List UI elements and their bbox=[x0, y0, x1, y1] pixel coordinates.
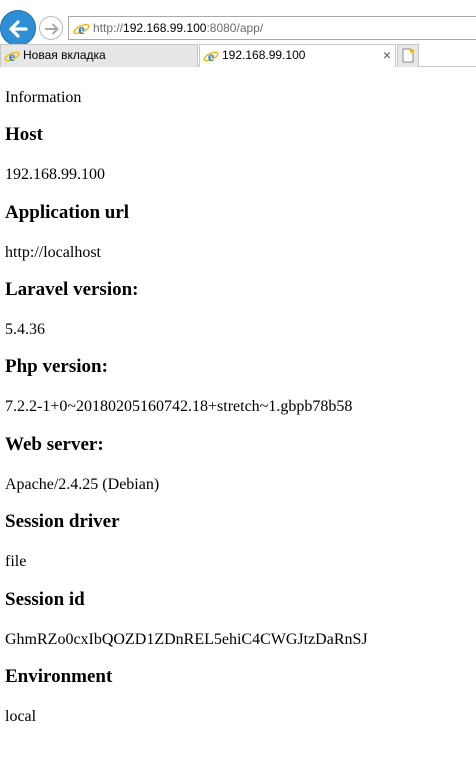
tab-bar: e Новая вкладка e 192.168.99.100 × bbox=[0, 44, 476, 67]
ie-page-icon: e bbox=[73, 22, 90, 37]
page-title: Information bbox=[5, 89, 82, 106]
forward-arrow-icon bbox=[45, 23, 59, 35]
address-bar[interactable]: e http://192.168.99.100:8080/app/ bbox=[68, 16, 476, 40]
ie-page-icon: e bbox=[4, 49, 20, 64]
new-tab-icon bbox=[402, 48, 415, 63]
host-label: Host bbox=[5, 124, 43, 145]
environment-value: local bbox=[5, 708, 37, 725]
session-driver-label: Session driver bbox=[5, 511, 120, 532]
back-button[interactable] bbox=[0, 10, 36, 46]
url-text[interactable]: http://192.168.99.100:8080/app/ bbox=[93, 21, 263, 35]
php-version-label: Php version: bbox=[5, 356, 108, 377]
session-id-value: GhmRZo0cxIbQOZD1ZDnREL5ehiC4CWGJtzDaRnSJ bbox=[5, 631, 368, 648]
php-version-value: 7.2.2-1+0~20180205160742.18+stretch~1.gb… bbox=[5, 398, 353, 415]
new-tab-button[interactable] bbox=[397, 44, 419, 67]
tab-new-tab[interactable]: e Новая вкладка bbox=[0, 44, 198, 67]
tab-current[interactable]: e 192.168.99.100 × bbox=[199, 44, 396, 67]
laravel-version-value: 5.4.36 bbox=[5, 321, 45, 338]
svg-text:e: e bbox=[78, 22, 85, 37]
session-driver-value: file bbox=[5, 553, 27, 570]
web-server-label: Web server: bbox=[5, 434, 104, 455]
tab-label: Новая вкладка bbox=[23, 48, 106, 62]
url-path: :8080/app/ bbox=[206, 21, 264, 35]
host-value: 192.168.99.100 bbox=[5, 166, 105, 183]
browser-chrome: e http://192.168.99.100:8080/app/ e Нова… bbox=[0, 0, 476, 67]
environment-label: Environment bbox=[5, 666, 113, 687]
ie-page-icon: e bbox=[203, 49, 219, 64]
tab-label: 192.168.99.100 bbox=[222, 48, 306, 62]
svg-text:e: e bbox=[208, 49, 214, 64]
app-url-value: http://localhost bbox=[5, 244, 101, 261]
session-id-label: Session id bbox=[5, 589, 85, 610]
laravel-version-label: Laravel version: bbox=[5, 279, 139, 300]
back-arrow-icon bbox=[9, 20, 28, 38]
url-host: 192.168.99.100 bbox=[123, 21, 207, 35]
close-icon[interactable]: × bbox=[383, 45, 391, 66]
url-scheme: http:// bbox=[93, 21, 124, 35]
forward-button[interactable] bbox=[39, 16, 63, 40]
app-url-label: Application url bbox=[5, 202, 130, 223]
navigation-bar: e http://192.168.99.100:8080/app/ bbox=[0, 0, 476, 46]
svg-text:e: e bbox=[9, 49, 15, 64]
web-server-value: Apache/2.4.25 (Debian) bbox=[5, 476, 160, 493]
